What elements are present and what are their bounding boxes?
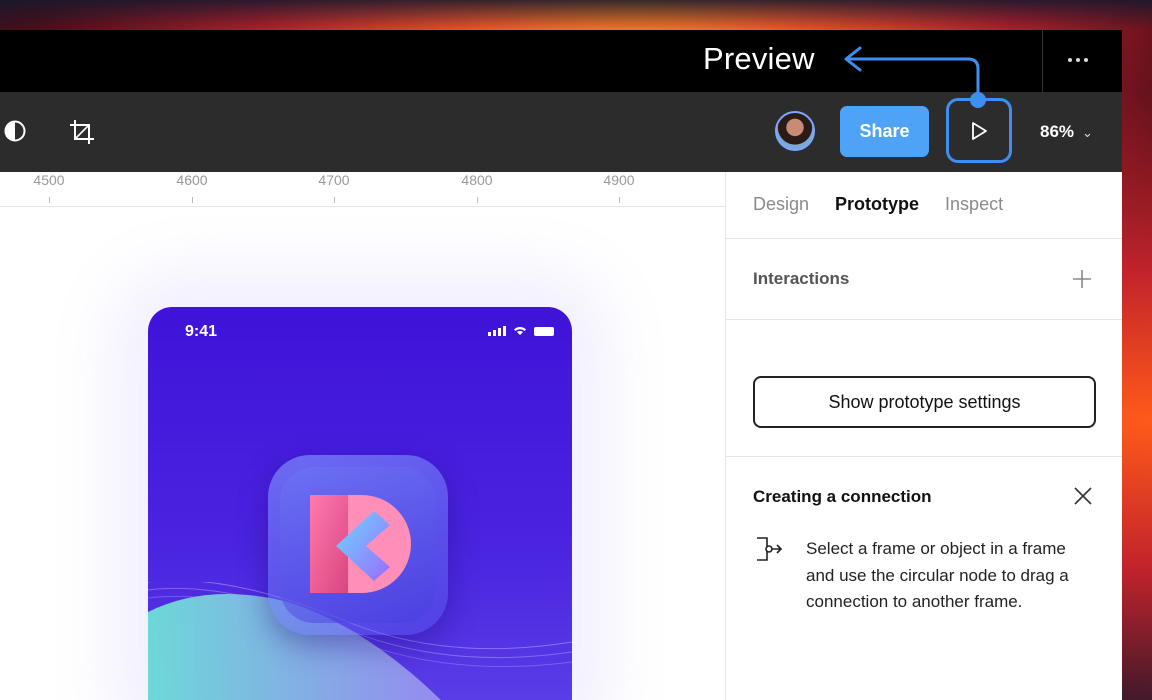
play-icon (972, 121, 987, 140)
tab-prototype[interactable]: Prototype (835, 194, 919, 215)
divider (726, 238, 1122, 239)
show-prototype-settings-button[interactable]: Show prototype settings (753, 376, 1096, 428)
signal-icon (488, 326, 506, 336)
ruler-tick: 4600 (167, 172, 217, 203)
zoom-dropdown[interactable]: 86% ⌄ (1040, 122, 1093, 142)
status-time: 9:41 (185, 323, 218, 340)
ruler-tick: 4700 (309, 172, 359, 203)
creating-connection-title: Creating a connection (753, 487, 932, 506)
canvas[interactable]: 4500 4600 4700 4800 4900 9:41 (0, 172, 725, 700)
properties-panel: Design Prototype Inspect Interactions Sh… (725, 172, 1122, 700)
connection-node-icon (757, 537, 783, 561)
phone-frame[interactable]: 9:41 (148, 307, 572, 700)
app-logo-icon (310, 495, 411, 593)
close-icon[interactable] (1073, 486, 1093, 506)
chevron-down-icon: ⌄ (1082, 125, 1093, 140)
title-bar: Preview (0, 30, 1122, 92)
ruler-tick: 4900 (594, 172, 644, 203)
tab-inspect[interactable]: Inspect (945, 194, 1003, 215)
wifi-icon (514, 327, 526, 335)
divider (726, 319, 1122, 320)
interactions-title: Interactions (753, 269, 850, 288)
toolbar: Share 86% ⌄ (0, 92, 1122, 172)
panel-tabs: Design Prototype Inspect (753, 194, 1003, 215)
crop-icon[interactable] (68, 118, 96, 146)
app-icon-tile (268, 455, 448, 635)
title-bar-divider (1042, 30, 1043, 92)
tab-design[interactable]: Design (753, 194, 809, 215)
ruler-tick: 4800 (452, 172, 502, 203)
preview-callout-label: Preview (703, 41, 815, 76)
present-button[interactable] (946, 98, 1012, 163)
figma-window: Preview Share 86% ⌄ 4500 4600 4700 4800 … (0, 30, 1122, 700)
share-button[interactable]: Share (840, 106, 929, 157)
battery-icon (534, 327, 554, 336)
horizontal-ruler: 4500 4600 4700 4800 4900 (0, 172, 725, 207)
ruler-tick: 4500 (24, 172, 74, 203)
divider (726, 456, 1122, 457)
status-icons (488, 325, 554, 336)
zoom-level: 86% (1040, 122, 1075, 141)
connection-instructions: Select a frame or object in a frame and … (806, 539, 1069, 611)
avatar[interactable] (775, 111, 815, 151)
add-interaction-icon[interactable] (1072, 269, 1092, 289)
more-horizontal-icon[interactable] (1068, 58, 1088, 62)
contrast-icon[interactable] (4, 120, 26, 142)
